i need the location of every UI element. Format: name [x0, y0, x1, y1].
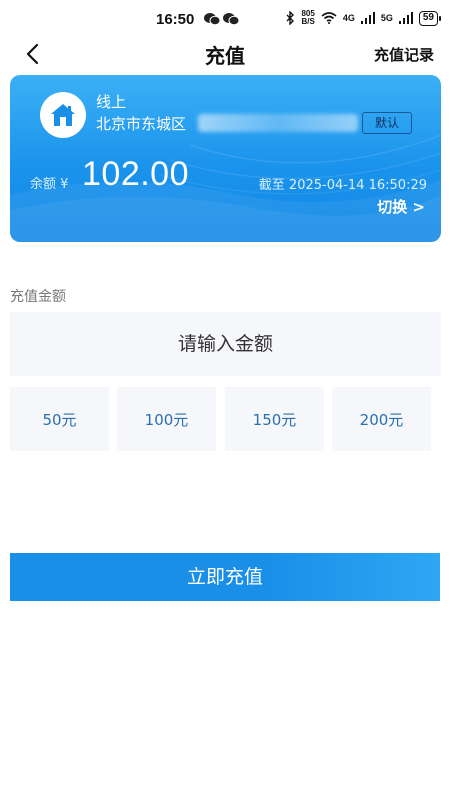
balance-value: 102.00	[82, 155, 189, 193]
signal-icon	[398, 12, 413, 24]
account-type: 线上	[96, 93, 127, 111]
signal-icon	[360, 12, 375, 24]
preset-amount-150[interactable]: 150元	[225, 387, 324, 451]
home-icon	[51, 104, 75, 126]
bluetooth-icon	[286, 11, 295, 25]
network-4g-label: 4G	[342, 13, 355, 23]
net-speed: 805 B/S	[301, 10, 314, 26]
wechat-icon	[223, 13, 240, 26]
preset-amount-50[interactable]: 50元	[10, 387, 109, 451]
account-address: 北京市东城区	[96, 115, 187, 133]
switch-account-button[interactable]: 切换 >	[377, 196, 425, 217]
wifi-icon	[321, 12, 337, 24]
address-redacted	[198, 114, 358, 132]
balance-label: 余额 ¥	[30, 177, 69, 192]
recharge-amount-label: 充值金额	[10, 289, 66, 305]
battery-indicator: 59	[418, 10, 442, 26]
wechat-icon	[204, 13, 221, 26]
recharge-records-link[interactable]: 充值记录	[374, 44, 434, 65]
preset-amount-100[interactable]: 100元	[117, 387, 216, 451]
status-time: 16:50	[156, 11, 195, 28]
net-speed-unit: B/S	[301, 17, 315, 26]
nav-bar: 充值 充值记录	[0, 36, 450, 72]
home-avatar	[40, 92, 86, 138]
network-5g-label: 5G	[380, 13, 393, 23]
status-indicators: 805 B/S 4G 5G 59	[286, 10, 442, 26]
recharge-now-button[interactable]: 立即充值	[10, 553, 440, 601]
status-bar: 16:50 805 B/S 4G 5G 59	[0, 0, 450, 40]
preset-amount-200[interactable]: 200元	[332, 387, 431, 451]
default-badge: 默认	[362, 112, 412, 134]
account-card: 线上 北京市东城区 默认 余额 ¥ 102.00 截至 2025-04-14 1…	[10, 75, 441, 242]
balance-timestamp: 截至 2025-04-14 16:50:29	[258, 178, 427, 193]
amount-input[interactable]	[10, 312, 441, 376]
